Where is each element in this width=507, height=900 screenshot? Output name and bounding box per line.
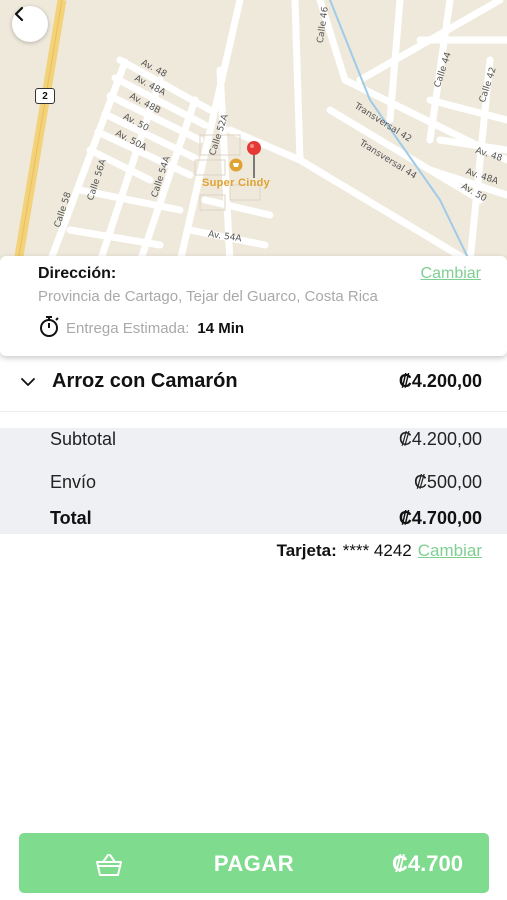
map-view[interactable]: Av. 48 Av. 48A Av. 48B Av. 50 Av. 50A Ca… (0, 0, 507, 262)
shipping-row: Envío ₡500,00 (0, 472, 507, 498)
card-number: **** 4242 (342, 541, 412, 560)
address-card: Dirección: Cambiar Provincia de Cartago,… (0, 256, 507, 356)
eta-value: 14 Min (197, 320, 245, 337)
back-button[interactable] (12, 6, 48, 42)
route-shield: 2 (35, 88, 55, 104)
change-card-link[interactable]: Cambiar (418, 541, 482, 561)
total-label: Total (50, 508, 92, 528)
total-row: Total ₡4.700,00 (0, 508, 507, 534)
subtotal-label: Subtotal (50, 429, 117, 449)
chevron-down-icon[interactable] (20, 374, 36, 395)
map-streets (13, 0, 507, 262)
total-value: ₡4.700,00 (398, 508, 482, 528)
address-text: Provincia de Cartago, Tejar del Guarco, … (38, 288, 378, 305)
change-address-link[interactable]: Cambiar (421, 265, 481, 283)
shipping-value: ₡500,00 (413, 472, 482, 492)
card-label: Tarjeta: (276, 541, 337, 560)
address-title: Dirección: (38, 265, 117, 282)
eta-row: Entrega Estimada: 14 Min (38, 314, 244, 343)
eta-label: Entrega Estimada: (66, 320, 190, 337)
item-name: Arroz con Camarón (52, 370, 238, 392)
shipping-label: Envío (50, 472, 97, 492)
order-item-row[interactable]: Arroz con Camarón ₡4.200,00 (0, 360, 507, 412)
timer-icon (38, 314, 60, 343)
item-price: ₡4.200,00 (398, 371, 482, 391)
payment-card-row: Tarjeta: **** 4242 Cambiar (277, 541, 482, 561)
subtotal-row: Subtotal ₡4.200,00 (0, 429, 507, 455)
subtotal-value: ₡4.200,00 (398, 429, 482, 449)
order-summary: Subtotal ₡4.200,00 Envío ₡500,00 Total ₡… (0, 428, 507, 534)
pay-button[interactable]: PAGAR ₡4.700 (19, 833, 489, 893)
pay-amount: ₡4.700 (392, 851, 463, 876)
